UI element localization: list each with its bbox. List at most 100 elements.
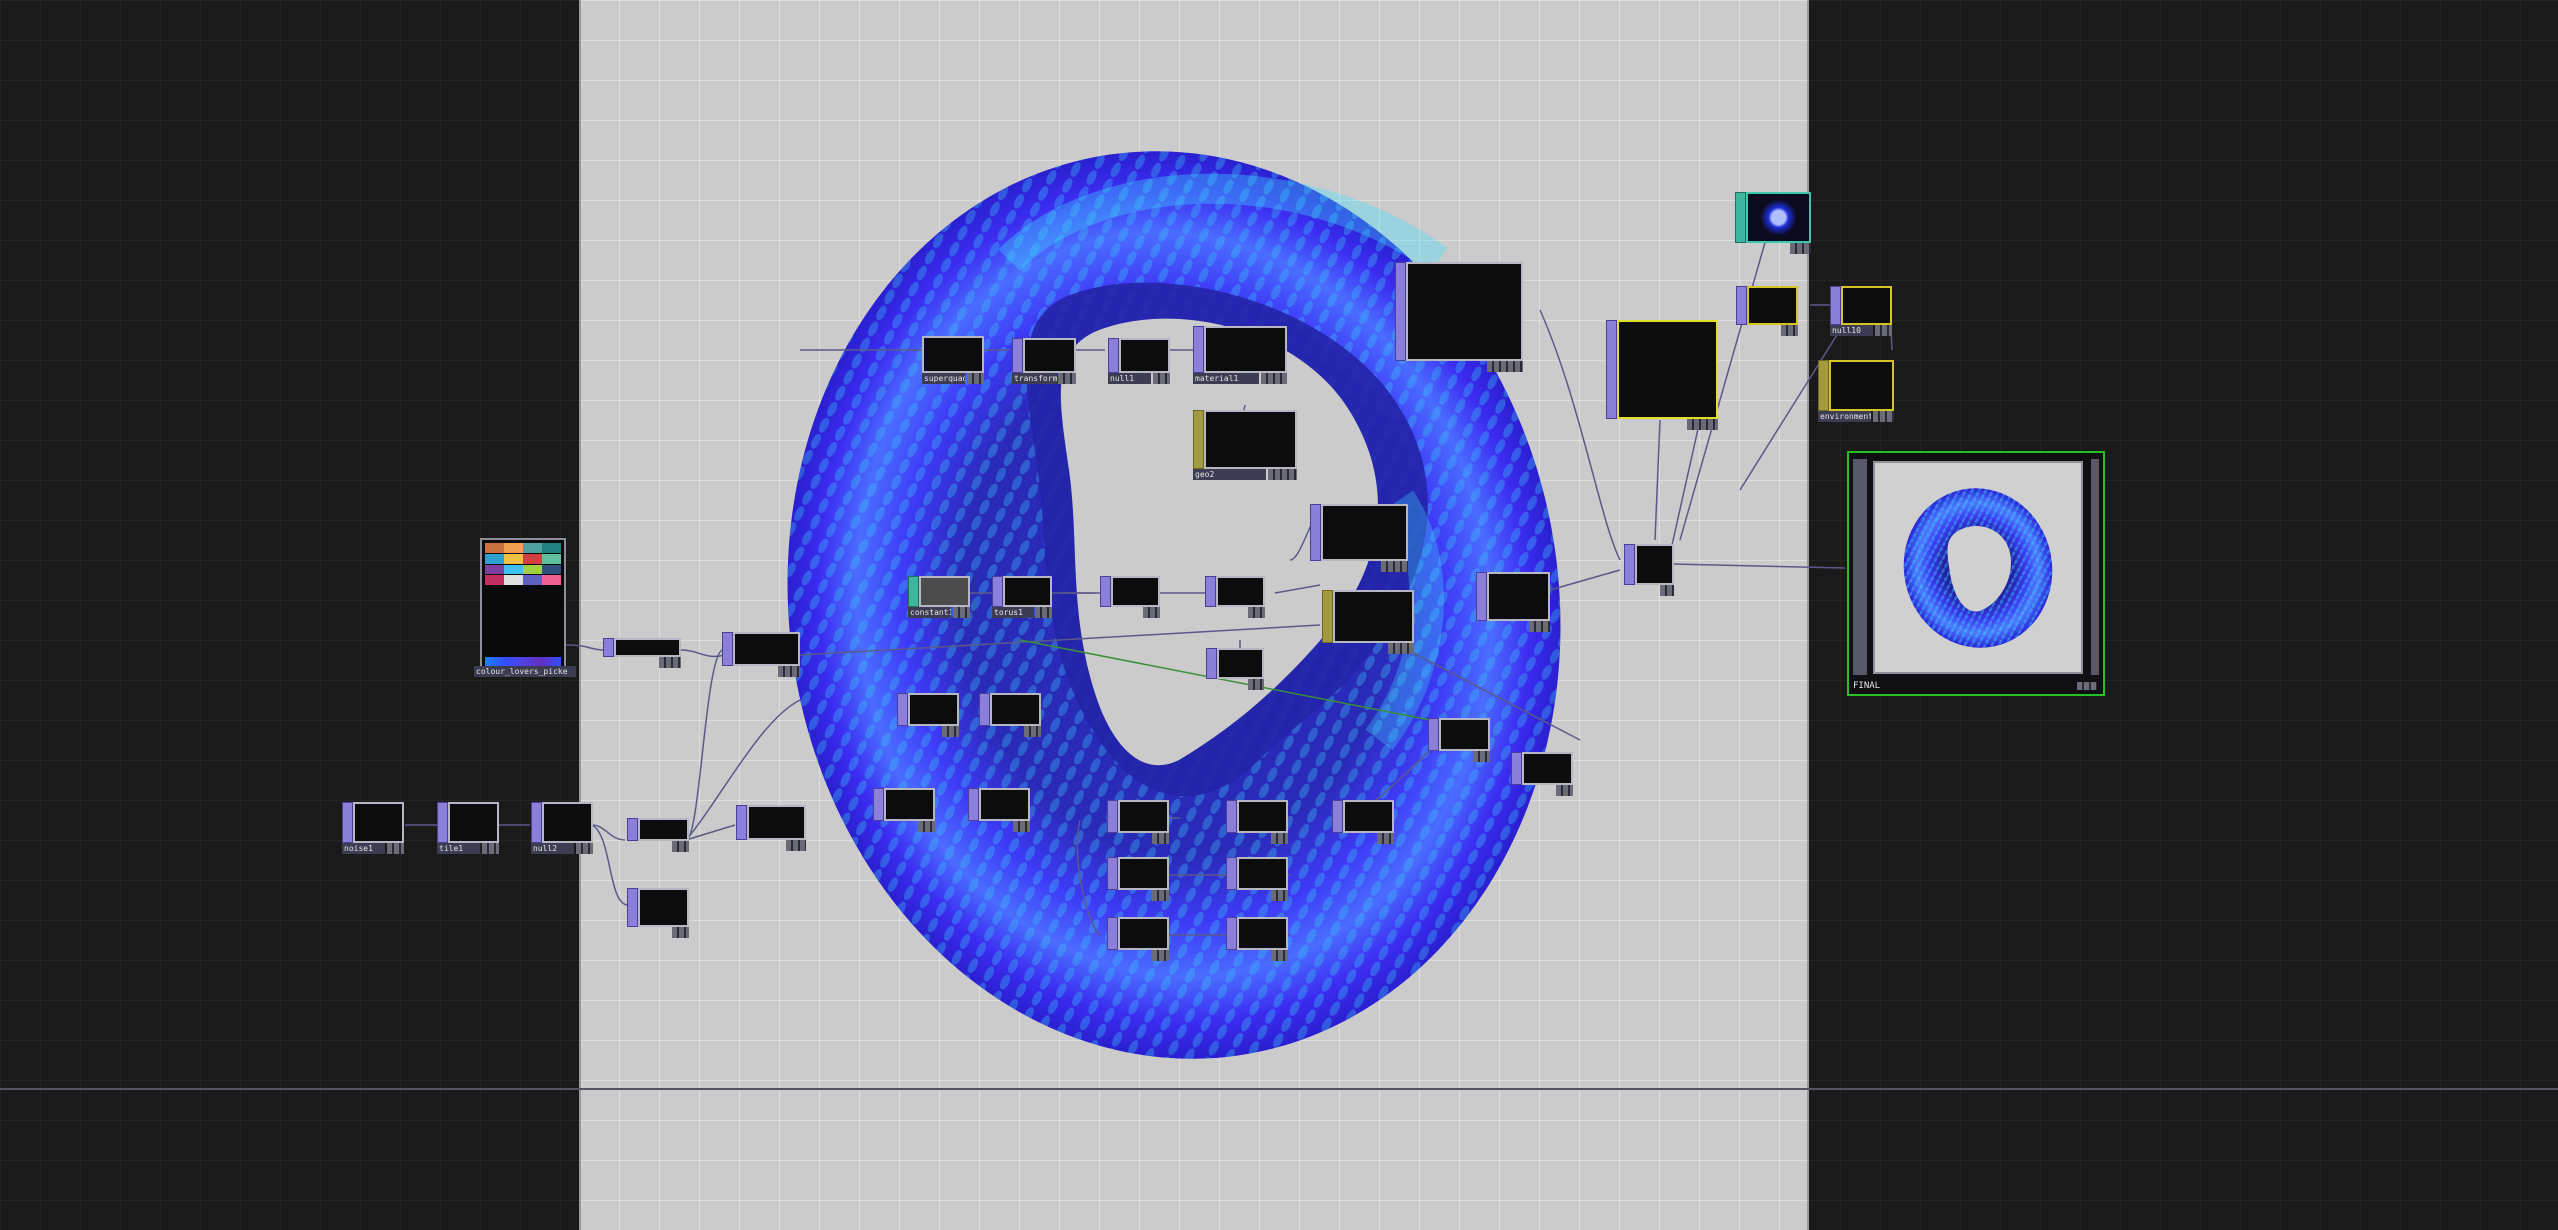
- palette-lookup-node[interactable]: [722, 632, 800, 677]
- node-flag-strip[interactable]: [1735, 192, 1746, 243]
- render-node[interactable]: [1606, 320, 1718, 430]
- node-flag-buttons[interactable]: [1248, 607, 1265, 618]
- node-flag-strip[interactable]: [722, 632, 733, 666]
- colour-lovers-picker-node[interactable]: [480, 538, 566, 674]
- node-flag-strip[interactable]: [437, 802, 448, 843]
- node-flag-strip[interactable]: [1310, 504, 1321, 561]
- node-flag-buttons[interactable]: [917, 821, 935, 832]
- node-flag-buttons[interactable]: [778, 666, 800, 677]
- red-node-d[interactable]: [1107, 857, 1169, 901]
- node-flag-strip[interactable]: [1395, 262, 1406, 361]
- node-flag-buttons[interactable]: [1686, 419, 1718, 430]
- node-flag-buttons[interactable]: [1270, 890, 1288, 901]
- node-flag-strip[interactable]: [1226, 857, 1237, 890]
- node-flag-buttons[interactable]: [1151, 950, 1169, 961]
- red-node-a[interactable]: [968, 788, 1030, 832]
- node-flag-buttons[interactable]: [1780, 325, 1798, 336]
- node-flag-buttons[interactable]: [1023, 726, 1041, 737]
- node-flag-strip[interactable]: [979, 693, 990, 726]
- node-flag-buttons[interactable]: [941, 726, 959, 737]
- node-flag-strip[interactable]: [1736, 286, 1747, 325]
- node-flag-strip[interactable]: [736, 805, 747, 840]
- spectrum-node-e[interactable]: [1428, 718, 1490, 762]
- spectrum-node-c[interactable]: [873, 788, 935, 832]
- node-flag-strip[interactable]: [1818, 360, 1829, 411]
- node-flag-strip[interactable]: [627, 888, 638, 927]
- environment2-node[interactable]: environment2: [1818, 360, 1894, 422]
- node-flag-strip[interactable]: [1108, 338, 1119, 373]
- node-flag-strip[interactable]: [1606, 320, 1617, 419]
- node-flag-buttons[interactable]: [1529, 621, 1550, 632]
- node-flag-buttons[interactable]: [1872, 411, 1894, 422]
- instance-geo-node[interactable]: [1322, 590, 1414, 654]
- node-flag-buttons[interactable]: [1555, 785, 1573, 796]
- palette-strip-node[interactable]: [603, 638, 681, 668]
- node-flag-strip[interactable]: [1012, 338, 1023, 373]
- node-flag-buttons[interactable]: [1472, 751, 1490, 762]
- null10-node[interactable]: null10: [1830, 286, 1892, 336]
- node-flag-buttons[interactable]: [1874, 325, 1892, 336]
- material1-node[interactable]: material1: [1193, 326, 1287, 384]
- geo2-node[interactable]: geo2: [1193, 410, 1297, 480]
- node-flag-strip[interactable]: [1226, 917, 1237, 950]
- node-flag-strip[interactable]: [1226, 800, 1237, 833]
- node-flag-strip[interactable]: [1332, 800, 1343, 833]
- node-flag-buttons[interactable]: [481, 843, 499, 854]
- camera-node[interactable]: [1476, 572, 1550, 632]
- node-flag-buttons[interactable]: [671, 841, 689, 852]
- final-node[interactable]: FINAL: [1847, 451, 2105, 696]
- node-flag-buttons[interactable]: [1267, 469, 1297, 480]
- node-flag-strip[interactable]: [1193, 410, 1204, 469]
- noise-displace-node[interactable]: [736, 805, 806, 851]
- node-flag-buttons[interactable]: [1380, 561, 1408, 572]
- node-flag-strip[interactable]: [1100, 576, 1111, 607]
- node-flag-buttons[interactable]: [1152, 373, 1170, 384]
- node-flag-strip[interactable]: [1322, 590, 1333, 643]
- node-flag-buttons[interactable]: [952, 607, 970, 618]
- node-flag-strip[interactable]: [1476, 572, 1487, 621]
- node-flag-strip[interactable]: [1511, 752, 1522, 785]
- node-flag-buttons[interactable]: [1388, 643, 1414, 654]
- node-flag-buttons[interactable]: [1260, 373, 1287, 384]
- node-flag-strip[interactable]: [1107, 857, 1118, 890]
- node-flag-strip[interactable]: [531, 802, 542, 843]
- final-viewer[interactable]: [1873, 461, 2083, 674]
- node-flag-strip[interactable]: [1830, 286, 1841, 325]
- node-flag-buttons[interactable]: [1247, 679, 1264, 690]
- spectrum-node-a[interactable]: [897, 693, 959, 737]
- node-flag-strip[interactable]: [908, 576, 919, 607]
- node-flag-strip[interactable]: [1624, 544, 1635, 585]
- red-node-g[interactable]: [1226, 917, 1288, 961]
- node-viewer-strip[interactable]: [2091, 459, 2099, 675]
- chop-info-node[interactable]: [1206, 648, 1264, 690]
- node-flag-buttons[interactable]: [575, 843, 593, 854]
- node-flag-buttons[interactable]: [1376, 833, 1394, 844]
- node-flag-strip[interactable]: [603, 638, 614, 657]
- null1-node[interactable]: null1: [1108, 338, 1170, 384]
- node-flag-strip[interactable]: [1428, 718, 1439, 751]
- red-node-f[interactable]: [1107, 917, 1169, 961]
- network-editor[interactable]: noise1 tile1 null2 colour_lovers_picke s…: [0, 0, 2558, 1230]
- red-node-b[interactable]: [1107, 800, 1169, 844]
- node-flag-buttons[interactable]: [2077, 682, 2097, 690]
- node-flag-buttons[interactable]: [1012, 821, 1030, 832]
- constant1-node[interactable]: constant1: [908, 576, 970, 618]
- ring-geo-node[interactable]: [1310, 504, 1408, 572]
- spectrum-node-b[interactable]: [979, 693, 1041, 737]
- node-flag-strip[interactable]: [627, 818, 638, 841]
- node-flag-buttons[interactable]: [1487, 361, 1523, 372]
- noise-branch-2-node[interactable]: [627, 888, 689, 938]
- node-flag-strip[interactable]: [897, 693, 908, 726]
- node-flag-buttons[interactable]: [659, 657, 681, 668]
- red-node-e[interactable]: [1226, 857, 1288, 901]
- node-flag-strip[interactable]: [1107, 800, 1118, 833]
- node-flag-buttons[interactable]: [1789, 243, 1811, 254]
- node-flag-buttons[interactable]: [1270, 833, 1288, 844]
- node-flag-buttons[interactable]: [786, 840, 806, 851]
- torus1-node[interactable]: torus1: [992, 576, 1052, 618]
- sphere-node[interactable]: superquad: [922, 336, 984, 384]
- node-flag-buttons[interactable]: [1035, 607, 1052, 618]
- gradient-node[interactable]: [1736, 286, 1798, 336]
- node-flag-buttons[interactable]: [1151, 890, 1169, 901]
- node-flag-buttons[interactable]: [1151, 833, 1169, 844]
